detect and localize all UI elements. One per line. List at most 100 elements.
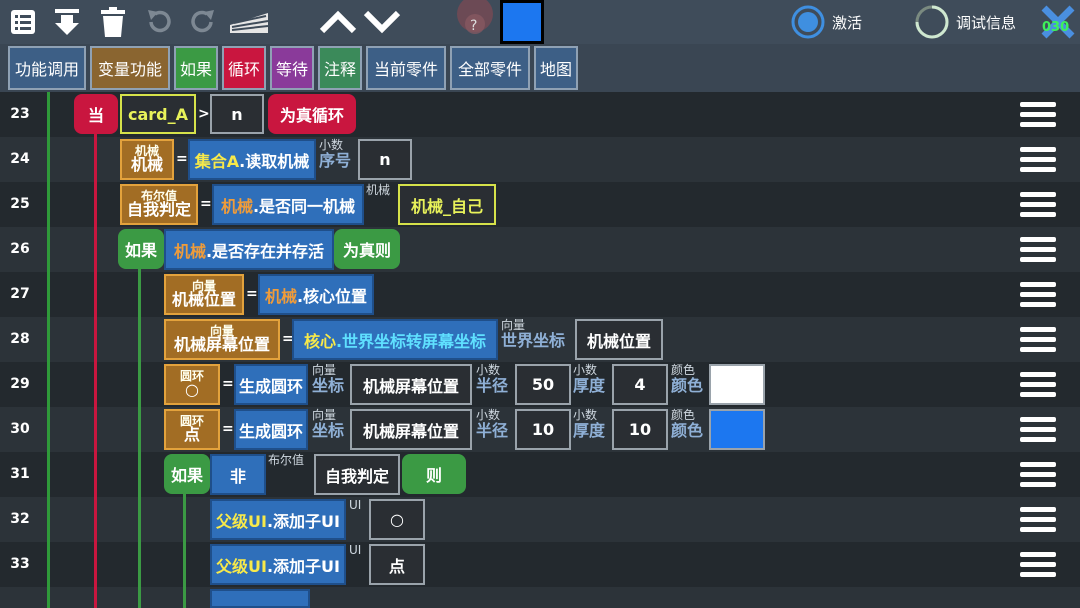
close-badge: 030 bbox=[1042, 20, 1070, 35]
value-n[interactable]: n bbox=[210, 94, 264, 134]
tab-map[interactable]: 地图 bbox=[534, 46, 578, 90]
tab-function-call[interactable]: 功能调用 bbox=[8, 46, 86, 90]
line-number: 31 bbox=[10, 466, 30, 482]
function-add-child-ui[interactable]: 父级UI .添加子UI bbox=[210, 544, 346, 585]
tab-variable[interactable]: 变量功能 bbox=[90, 46, 170, 90]
tab-wait[interactable]: 等待 bbox=[270, 46, 314, 90]
variable-ring[interactable]: 圆环 ○ bbox=[164, 364, 220, 405]
while-keyword[interactable]: 当 bbox=[74, 94, 118, 134]
row-menu-icon[interactable] bbox=[1020, 282, 1056, 312]
function-core-position[interactable]: 机械 .核心位置 bbox=[258, 274, 374, 315]
value-radius[interactable]: 50 bbox=[515, 364, 571, 405]
row-menu-icon[interactable] bbox=[1020, 507, 1056, 537]
toolbar: ? 激活 调试信息 030 bbox=[0, 0, 1080, 44]
function-prefix: 核心 bbox=[303, 331, 336, 351]
variable-machine[interactable]: 机械 机械 bbox=[120, 139, 174, 180]
activate-toggle[interactable]: 激活 bbox=[790, 4, 862, 40]
trash-icon[interactable] bbox=[98, 6, 128, 38]
function-is-alive[interactable]: 机械 .是否存在并存活 bbox=[164, 229, 334, 270]
tab-current-part[interactable]: 当前零件 bbox=[366, 46, 446, 90]
param-coord: 向量 坐标 bbox=[312, 408, 345, 441]
not-operator[interactable]: 非 bbox=[210, 454, 266, 495]
while-true-loop[interactable]: 为真循环 bbox=[268, 94, 356, 134]
value-screen-position[interactable]: 机械屏幕位置 bbox=[350, 409, 472, 450]
value-dot[interactable]: 点 bbox=[369, 544, 425, 585]
line-number: 29 bbox=[10, 376, 30, 392]
if-then[interactable]: 为真则 bbox=[334, 229, 400, 269]
value-self-check[interactable]: 自我判定 bbox=[314, 454, 400, 495]
function-make-ring[interactable]: 生成圆环 bbox=[234, 409, 308, 450]
function-make-ring[interactable]: 生成圆环 bbox=[234, 364, 308, 405]
function-label: .是否同一机械 bbox=[252, 196, 356, 216]
color-swatch-blue[interactable] bbox=[709, 409, 765, 450]
value-ring[interactable]: ○ bbox=[369, 499, 425, 540]
color-fill bbox=[503, 3, 541, 41]
row-menu-icon[interactable] bbox=[1020, 192, 1056, 222]
literal-card-a[interactable]: card_A bbox=[120, 94, 196, 134]
chevron-up-icon[interactable] bbox=[318, 6, 358, 38]
spinner-icon bbox=[915, 5, 949, 39]
param-color: 颜色 颜色 bbox=[671, 408, 703, 440]
function-label: .核心位置 bbox=[296, 286, 368, 306]
row-menu-icon[interactable] bbox=[1020, 372, 1056, 402]
chevron-down-icon[interactable] bbox=[362, 6, 402, 38]
value-screen-position[interactable]: 机械屏幕位置 bbox=[350, 364, 472, 405]
variable-name: ○ bbox=[185, 380, 199, 400]
download-icon[interactable] bbox=[52, 6, 82, 38]
line-number: 25 bbox=[10, 196, 30, 212]
tab-loop[interactable]: 循环 bbox=[222, 46, 266, 90]
function-add-child-ui[interactable]: 父级UI .添加子UI bbox=[210, 499, 346, 540]
function-partial[interactable] bbox=[210, 589, 310, 608]
param-world-coord: 向量 世界坐标 bbox=[501, 318, 565, 350]
param-machine: 机械 bbox=[366, 183, 390, 197]
param-thickness: 小数 厚度 bbox=[573, 408, 605, 440]
param-type: UI bbox=[349, 498, 362, 512]
row-menu-icon[interactable] bbox=[1020, 237, 1056, 267]
close-button[interactable]: 030 bbox=[1038, 2, 1078, 42]
variable-name: 机械屏幕位置 bbox=[173, 335, 270, 355]
function-is-same-machine[interactable]: 机械 .是否同一机械 bbox=[212, 184, 364, 225]
selected-color-swatch[interactable] bbox=[500, 0, 544, 44]
debug-toggle[interactable]: 调试信息 bbox=[914, 4, 1016, 40]
line-number: 26 bbox=[10, 241, 30, 257]
function-read-machine[interactable]: 集合A .读取机械 bbox=[188, 139, 316, 180]
tab-if[interactable]: 如果 bbox=[174, 46, 218, 90]
variable-machine-position[interactable]: 向量 机械位置 bbox=[164, 274, 244, 315]
row-menu-icon[interactable] bbox=[1020, 552, 1056, 582]
if-keyword[interactable]: 如果 bbox=[164, 454, 210, 494]
literal-self-machine[interactable]: 机械_自己 bbox=[398, 184, 496, 225]
variable-machine-screen-position[interactable]: 向量 机械屏幕位置 bbox=[164, 319, 280, 360]
row-menu-icon[interactable] bbox=[1020, 417, 1056, 447]
value-radius[interactable]: 10 bbox=[515, 409, 571, 450]
variable-name: 自我判定 bbox=[126, 200, 191, 220]
function-world-to-screen[interactable]: 核心 .世界坐标转屏幕坐标 bbox=[292, 319, 498, 360]
value-thickness[interactable]: 4 bbox=[612, 364, 668, 405]
if-then[interactable]: 则 bbox=[402, 454, 466, 494]
redo-icon[interactable] bbox=[188, 6, 218, 38]
undo-icon[interactable] bbox=[144, 6, 174, 38]
param-name: 坐标 bbox=[312, 421, 345, 441]
tab-all-parts[interactable]: 全部零件 bbox=[450, 46, 530, 90]
svg-text:?: ? bbox=[470, 18, 477, 34]
row-menu-icon[interactable] bbox=[1020, 327, 1056, 357]
list-icon[interactable] bbox=[8, 6, 38, 38]
param-ui: UI bbox=[349, 498, 362, 512]
keyboard-icon[interactable] bbox=[228, 6, 270, 38]
row-menu-icon[interactable] bbox=[1020, 147, 1056, 177]
operator-gt[interactable]: > bbox=[198, 106, 210, 122]
row-menu-icon[interactable] bbox=[1020, 462, 1056, 492]
if-keyword[interactable]: 如果 bbox=[118, 229, 164, 269]
variable-dot[interactable]: 圆环 点 bbox=[164, 409, 220, 450]
value-n[interactable]: n bbox=[358, 139, 412, 180]
value-machine-position[interactable]: 机械位置 bbox=[575, 319, 663, 360]
param-name: 坐标 bbox=[312, 376, 345, 396]
variable-self-check[interactable]: 布尔值 自我判定 bbox=[120, 184, 198, 225]
category-tabs: 功能调用 变量功能 如果 循环 等待 注释 当前零件 全部零件 地图 bbox=[0, 44, 1080, 92]
tab-comment[interactable]: 注释 bbox=[318, 46, 362, 90]
value-thickness[interactable]: 10 bbox=[612, 409, 668, 450]
param-thickness: 小数 厚度 bbox=[573, 363, 605, 395]
function-label: .添加子UI bbox=[266, 556, 340, 576]
color-swatch-white[interactable] bbox=[709, 364, 765, 405]
row-menu-icon[interactable] bbox=[1020, 102, 1056, 132]
radio-on-icon bbox=[791, 5, 825, 39]
